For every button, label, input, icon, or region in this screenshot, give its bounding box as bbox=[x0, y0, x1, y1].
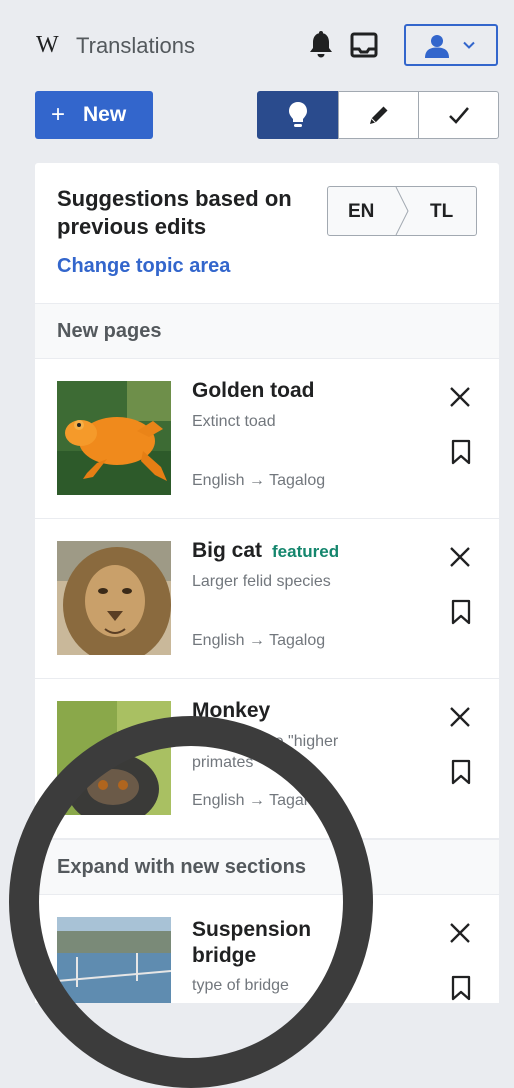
bookmark-icon[interactable] bbox=[451, 759, 471, 785]
list-item[interactable]: Golden toad Extinct toad English → Tagal… bbox=[35, 359, 499, 519]
section-heading-expand: Expand with new sections bbox=[35, 839, 499, 895]
item-languages: English → Tagalog bbox=[192, 632, 326, 649]
tab-in-progress[interactable] bbox=[338, 91, 419, 139]
item-title-text[interactable]: Big cat bbox=[192, 539, 262, 562]
language-selector[interactable]: EN TL bbox=[327, 186, 477, 236]
item-title-text[interactable]: Monkey bbox=[192, 699, 270, 722]
checkmark-icon bbox=[448, 107, 469, 124]
close-icon[interactable] bbox=[449, 706, 471, 728]
item-description: animal of the "higher primates" bbox=[192, 733, 339, 771]
user-menu-button[interactable] bbox=[404, 24, 498, 66]
source-language[interactable]: EN bbox=[348, 201, 374, 223]
list-item[interactable]: Suspension bridge type of bridge bbox=[35, 895, 499, 1003]
thumbnail-big-cat bbox=[57, 541, 171, 655]
close-icon[interactable] bbox=[449, 386, 471, 408]
plus-icon: + bbox=[51, 101, 66, 128]
list-item[interactable]: Monkey animal of the "higher primates" E… bbox=[35, 679, 499, 839]
inbox-icon[interactable] bbox=[350, 32, 378, 58]
item-description: Larger felid species bbox=[192, 573, 331, 590]
item-languages: English → Tagalog bbox=[192, 792, 326, 809]
bookmark-icon[interactable] bbox=[451, 439, 471, 465]
new-button-label: New bbox=[83, 103, 127, 126]
suggestions-card: Suggestions based on previous edits Chan… bbox=[35, 163, 499, 1003]
thumbnail-suspension-bridge bbox=[57, 917, 171, 1003]
suggestions-title: Suggestions based on previous edits bbox=[57, 186, 292, 239]
item-title[interactable]: Monkey bbox=[192, 699, 270, 723]
bookmark-icon[interactable] bbox=[451, 599, 471, 625]
bookmark-icon[interactable] bbox=[451, 975, 471, 1001]
item-description: type of bridge bbox=[192, 977, 289, 994]
item-title[interactable]: Big cat featured bbox=[192, 539, 339, 563]
featured-badge: featured bbox=[272, 542, 340, 561]
pencil-icon bbox=[369, 106, 387, 124]
item-description: Extinct toad bbox=[192, 413, 276, 430]
target-language[interactable]: TL bbox=[430, 201, 453, 223]
item-title-text[interactable]: Golden toad bbox=[192, 379, 315, 402]
language-arrow-icon bbox=[395, 187, 409, 235]
new-translation-button[interactable]: + New bbox=[35, 91, 153, 139]
close-icon[interactable] bbox=[449, 546, 471, 568]
thumbnail-monkey bbox=[57, 701, 171, 815]
bell-icon[interactable] bbox=[308, 31, 334, 59]
thumbnail-golden-toad bbox=[57, 381, 171, 495]
item-title[interactable]: Golden toad bbox=[192, 379, 315, 403]
item-title-text[interactable]: Suspension bridge bbox=[192, 918, 311, 967]
wikipedia-logo: W bbox=[36, 32, 59, 58]
lightbulb-icon bbox=[289, 102, 307, 127]
change-topic-link[interactable]: Change topic area bbox=[57, 255, 230, 278]
item-languages: English → Tagalog bbox=[192, 472, 326, 489]
list-item[interactable]: Big cat featured Larger felid species Eng… bbox=[35, 519, 499, 679]
section-heading-new-pages: New pages bbox=[35, 303, 499, 359]
top-bar: W Translations bbox=[0, 0, 514, 90]
tab-suggestions[interactable] bbox=[257, 91, 339, 139]
app-title: Translations bbox=[76, 33, 196, 58]
user-icon bbox=[425, 35, 449, 58]
view-toggle bbox=[257, 91, 499, 139]
close-icon[interactable] bbox=[449, 922, 471, 944]
tab-published[interactable] bbox=[418, 91, 499, 139]
chevron-down-icon bbox=[463, 41, 475, 49]
item-title[interactable]: Suspension bridge bbox=[192, 917, 342, 969]
